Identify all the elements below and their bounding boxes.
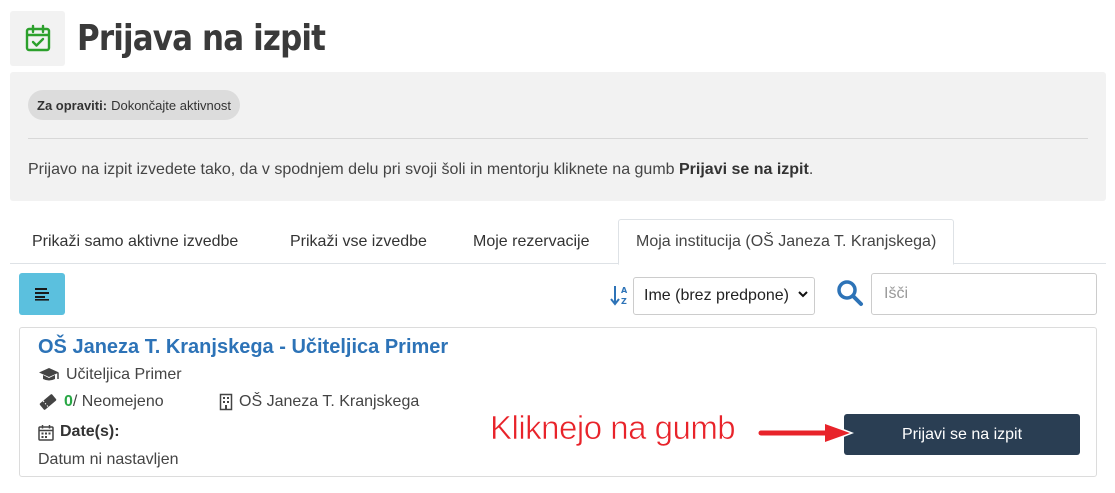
institution-row: OŠ Janeza T. Kranjskega bbox=[219, 393, 419, 411]
toolbar: A Z Ime (brez predpone) bbox=[0, 270, 1115, 318]
instructions-text-bold: Prijavi se na izpit bbox=[679, 161, 809, 178]
tab-all-sessions[interactable]: Prikaži vse izvedbe bbox=[290, 219, 427, 264]
building-icon bbox=[219, 393, 233, 411]
calendar-icon bbox=[38, 424, 54, 441]
sort-select[interactable]: Ime (brez predpone) bbox=[633, 277, 815, 315]
annotation-text: Kliknejo na gumb bbox=[490, 409, 736, 447]
svg-text:A: A bbox=[621, 286, 628, 295]
activity-info-panel: Za opraviti: Dokončajte aktivnost Prijav… bbox=[10, 72, 1106, 201]
institution-name: OŠ Janeza T. Kranjskega bbox=[239, 393, 420, 410]
session-card: OŠ Janeza T. Kranjskega - Učiteljica Pri… bbox=[19, 327, 1097, 477]
tab-bar: Prikaži samo aktivne izvedbe Prikaži vse… bbox=[10, 219, 1106, 265]
dates-row: Date(s): bbox=[38, 423, 120, 441]
capacity-row: 0 / Neomejeno bbox=[38, 393, 164, 411]
instructions-text: Prijavo na izpit izvedete tako, da v spo… bbox=[28, 161, 813, 179]
dates-label: Date(s): bbox=[60, 423, 120, 440]
calendar-check-icon bbox=[10, 10, 65, 66]
tab-my-reservations[interactable]: Moje rezervacije bbox=[473, 219, 589, 264]
ticket-icon bbox=[38, 393, 58, 411]
chevron-down-icon bbox=[798, 287, 808, 301]
capacity-limit: / Neomejeno bbox=[72, 393, 164, 410]
list-view-button[interactable] bbox=[19, 273, 65, 315]
instructions-text-start: Prijavo na izpit izvedete tako, da v spo… bbox=[28, 161, 679, 178]
register-exam-button[interactable]: Prijavi se na izpit bbox=[844, 414, 1080, 455]
todo-value: Dokončajte aktivnost bbox=[111, 97, 232, 113]
page-header: Prijava na izpit bbox=[10, 10, 365, 66]
graduation-cap-icon bbox=[38, 367, 60, 383]
page-title: Prijava na izpit bbox=[77, 17, 326, 59]
panel-divider bbox=[28, 138, 1088, 139]
sort-select-value: Ime (brez predpone) bbox=[644, 287, 789, 304]
annotation-arrow-icon bbox=[756, 418, 857, 453]
todo-label: Za opraviti: bbox=[37, 97, 108, 113]
teacher-row: Učiteljica Primer bbox=[38, 366, 182, 384]
teacher-name: Učiteljica Primer bbox=[66, 366, 182, 383]
dates-value: Datum ni nastavljen bbox=[38, 451, 179, 468]
sort-alpha-icon[interactable]: A Z bbox=[610, 284, 630, 311]
svg-text:Z: Z bbox=[621, 297, 627, 306]
registered-count: 0 bbox=[64, 393, 73, 410]
tab-active-sessions[interactable]: Prikaži samo aktivne izvedbe bbox=[32, 219, 238, 264]
list-icon bbox=[35, 288, 49, 301]
instructions-text-end: . bbox=[808, 161, 814, 178]
search-icon[interactable] bbox=[836, 279, 864, 312]
session-title-link[interactable]: OŠ Janeza T. Kranjskega - Učiteljica Pri… bbox=[38, 336, 448, 359]
search-input[interactable] bbox=[871, 273, 1097, 315]
todo-badge: Za opraviti: Dokončajte aktivnost bbox=[28, 90, 241, 120]
tab-my-institution[interactable]: Moja institucija (OŠ Janeza T. Kranjskeg… bbox=[618, 219, 955, 265]
